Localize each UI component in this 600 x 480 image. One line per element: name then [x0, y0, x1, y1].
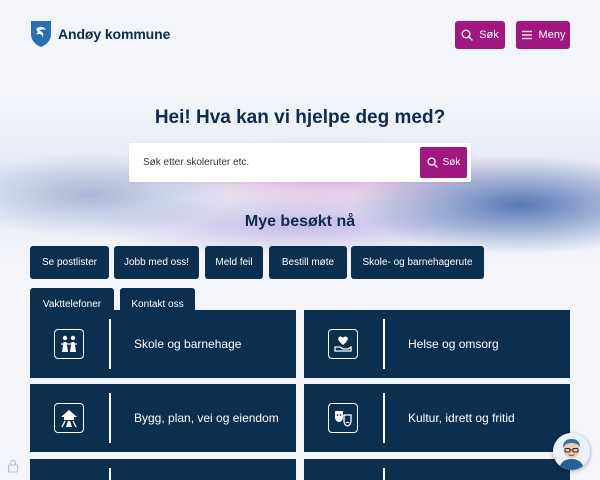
category-label: Helse og omsorg: [408, 337, 499, 351]
category-label: Kultur, idrett og fritid: [408, 411, 515, 425]
popular-title: Mye besøkt nå: [244, 213, 356, 230]
assistant-face-icon: [553, 433, 590, 470]
search-icon: [427, 157, 438, 168]
popular-link-meld-feil[interactable]: Meld feil: [205, 246, 263, 279]
building-road-icon: [54, 403, 84, 433]
category-card-building[interactable]: Bygg, plan, vei og eiendom: [30, 384, 296, 452]
lock-icon[interactable]: [7, 459, 19, 473]
card-divider: [109, 319, 111, 369]
hero-search-button[interactable]: Søk: [420, 147, 467, 178]
header-search-button[interactable]: Søk: [455, 21, 505, 49]
hero-search-button-label: Søk: [442, 157, 461, 168]
logo-text: Andøy kommune: [58, 26, 171, 42]
coat-of-arms-icon: [31, 21, 51, 47]
card-divider: [383, 319, 385, 369]
popular-link-postlister[interactable]: Se postlister: [30, 246, 109, 279]
hero-search-box: Søk: [129, 143, 471, 182]
card-divider: [383, 468, 385, 480]
header-search-label: Søk: [479, 29, 499, 41]
popular-link-bestill-mote[interactable]: Bestill møte: [269, 246, 347, 279]
category-label: Bygg, plan, vei og eiendom: [134, 411, 279, 425]
popular-link-skolerute[interactable]: Skole- og barnehagerute: [351, 246, 484, 279]
card-divider: [109, 468, 111, 480]
hamburger-icon: [521, 30, 532, 40]
category-card-culture[interactable]: Kultur, idrett og fritid: [304, 384, 570, 452]
header-menu-label: Meny: [538, 29, 566, 41]
site-header: Andøy kommune Søk Meny: [0, 0, 600, 70]
header-menu-button[interactable]: Meny: [516, 21, 570, 49]
category-label: Skole og barnehage: [134, 337, 242, 351]
culture-masks-icon: [328, 403, 358, 433]
health-care-icon: [328, 329, 358, 359]
category-card-school[interactable]: Skole og barnehage: [30, 310, 296, 378]
chat-assistant-avatar[interactable]: [553, 433, 590, 470]
card-divider: [109, 393, 111, 443]
search-icon: [461, 29, 473, 41]
hero-search-input[interactable]: [143, 143, 413, 182]
category-card-partial[interactable]: [30, 459, 296, 480]
hero-title: Hei! Hva kan vi hjelpe deg med?: [154, 107, 446, 128]
school-children-icon: [54, 329, 84, 359]
category-card-partial[interactable]: [304, 459, 570, 480]
site-logo[interactable]: Andøy kommune: [30, 20, 170, 48]
popular-link-jobb[interactable]: Jobb med oss!: [114, 246, 199, 279]
card-divider: [383, 393, 385, 443]
category-card-health[interactable]: Helse og omsorg: [304, 310, 570, 378]
